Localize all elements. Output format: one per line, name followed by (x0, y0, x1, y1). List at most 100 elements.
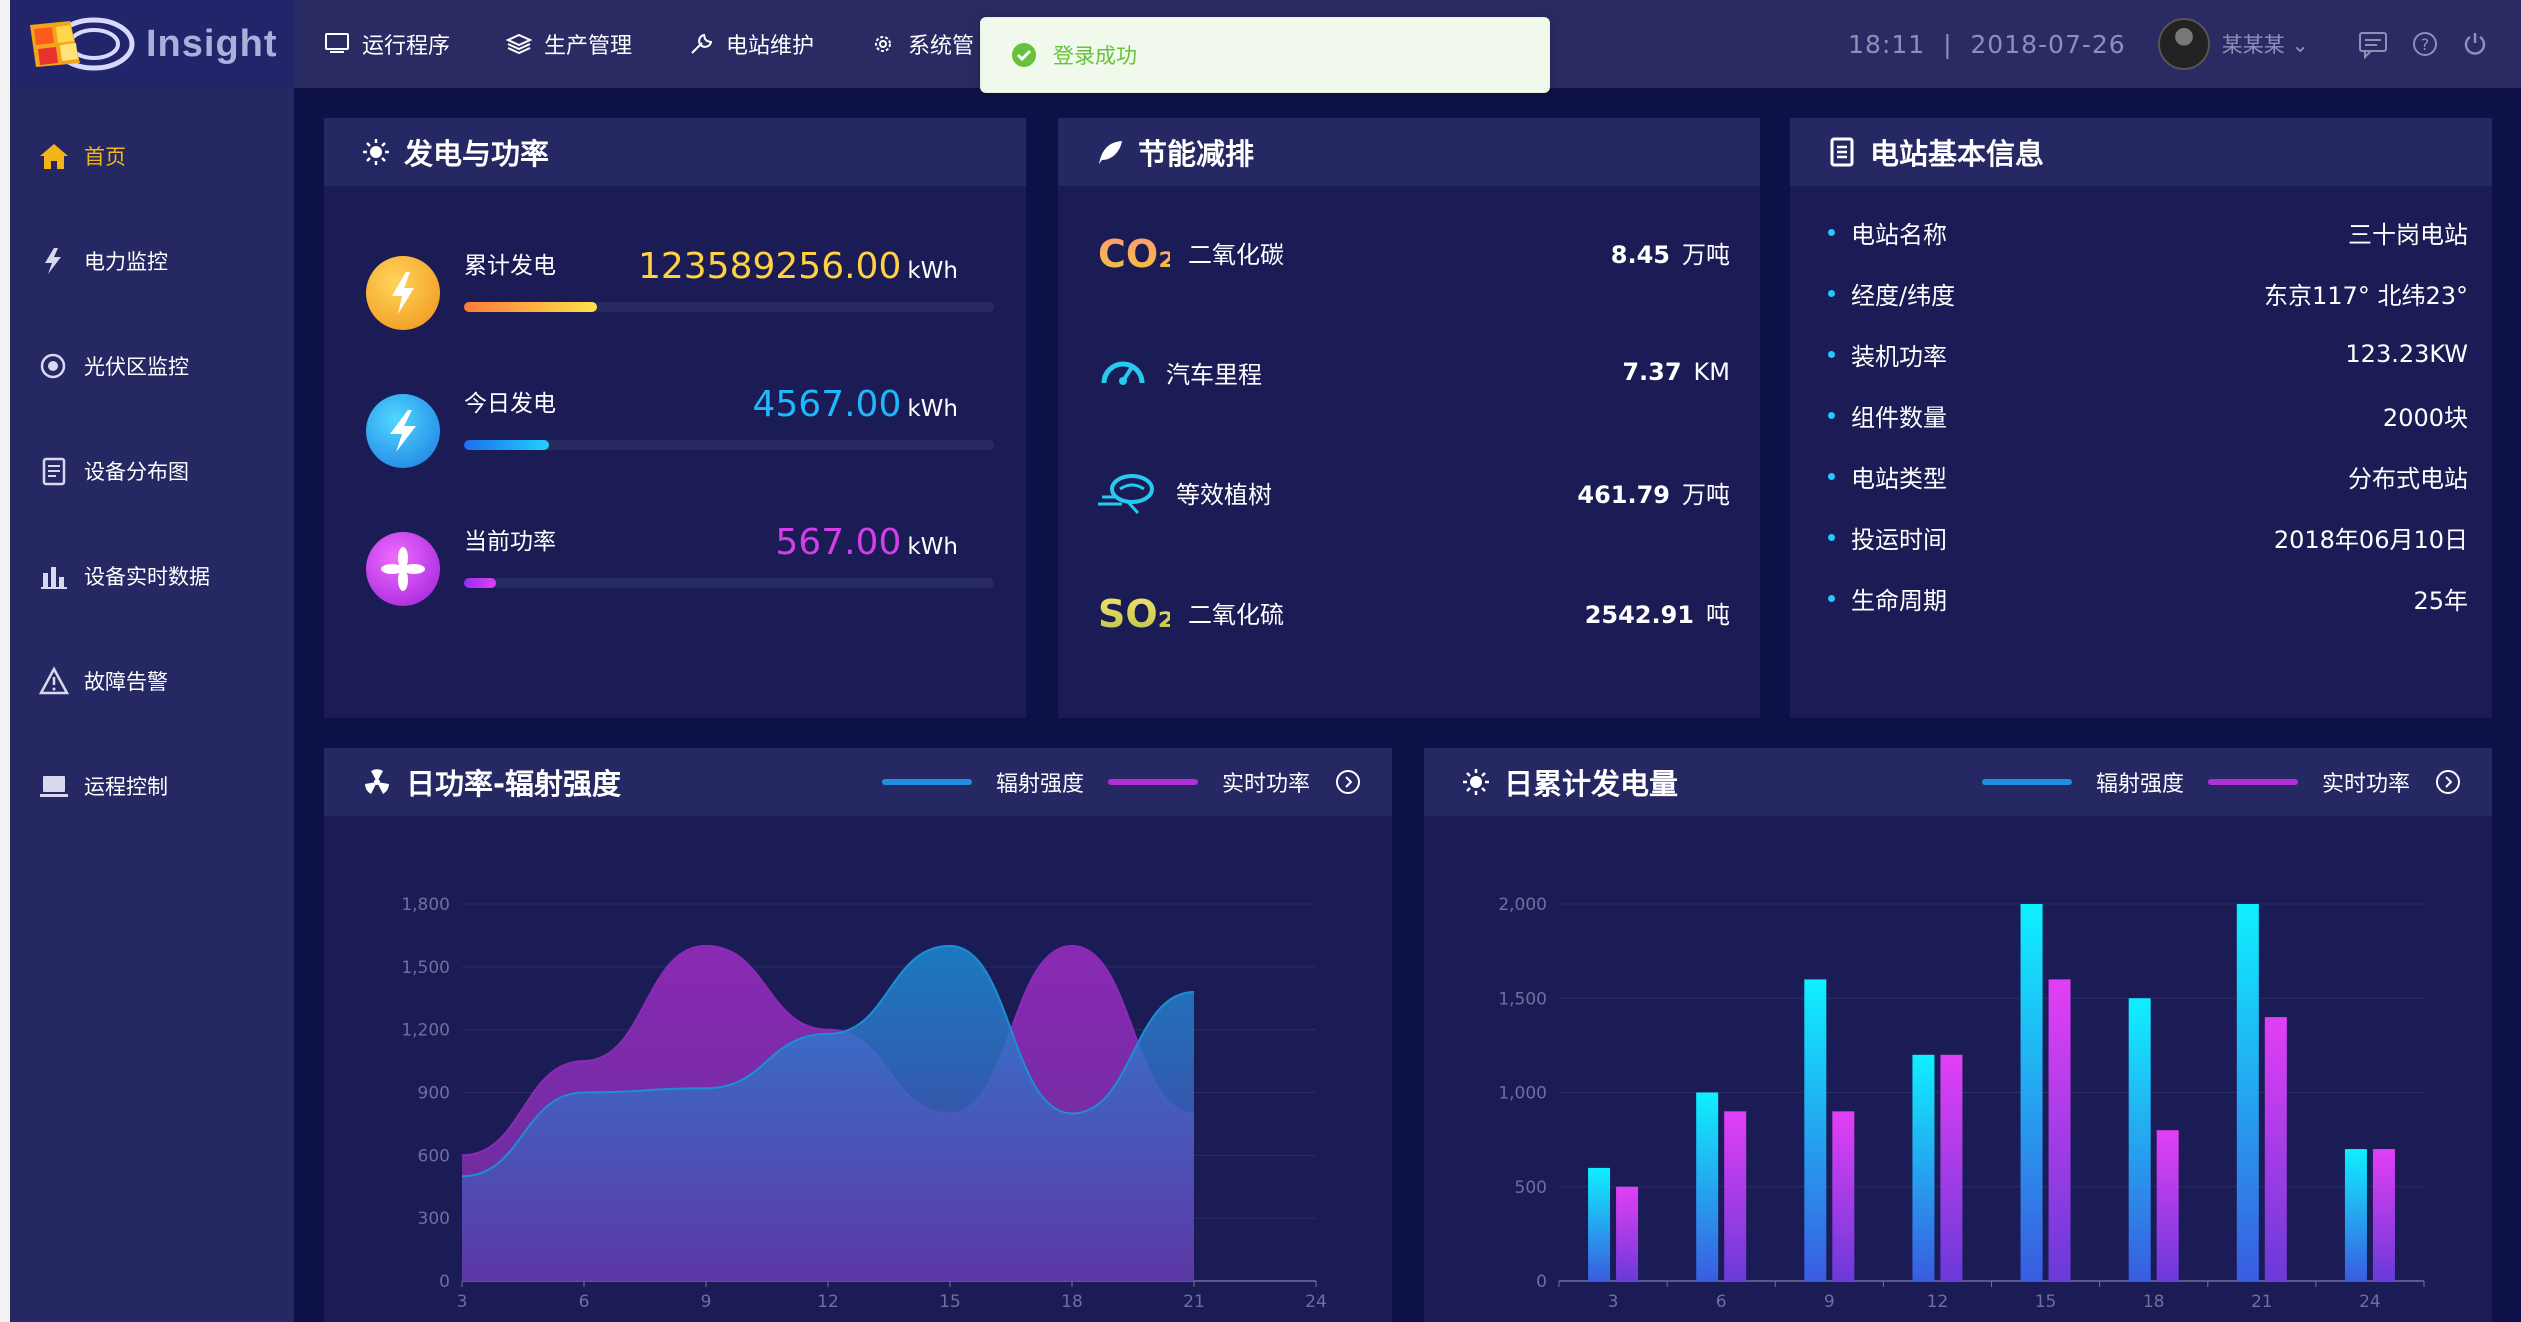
user-menu[interactable]: 某某某 ⌄ (2222, 29, 2309, 59)
info-label: 经度/纬度 (1851, 281, 1956, 310)
y-tick-label: 1,800 (401, 895, 450, 915)
panel-title: 发电与功率 (404, 137, 550, 171)
gear-icon (875, 36, 892, 52)
info-row: 经度/纬度 东京117° 北纬23° (1828, 273, 2468, 313)
bullet (1828, 228, 1835, 236)
bullet (1828, 594, 1835, 602)
y-tick-label: 300 (418, 1209, 450, 1229)
eco-unit: 吨 (1706, 600, 1730, 629)
eco-row-so2: SO₂ 二氧化硫 2542.91 吨 (1098, 582, 1730, 642)
legend-item[interactable]: 辐射强度 (2096, 766, 2184, 798)
eco-value: 8.45 万吨 (1611, 235, 1730, 270)
x-tick-label: 24 (1305, 1292, 1327, 1312)
time: 18:11 (1848, 29, 1926, 59)
station-info-panel: 电站基本信息 电站名称 三十岗电站 经度/纬度 东京117° 北纬23° 装机功率 1… (1790, 118, 2492, 718)
info-value: 三十岗电站 (2348, 220, 2468, 249)
info-row: 电站类型 分布式电站 (1828, 456, 2468, 496)
info-label: 组件数量 (1851, 403, 1947, 432)
bar (2128, 998, 2151, 1281)
bolt-icon (366, 394, 440, 468)
gen-row-today: 今日发电 4567.00 kWh (366, 384, 994, 468)
bullet (1828, 289, 1835, 297)
help-button[interactable]: ? (2411, 30, 2439, 58)
bar (2020, 904, 2043, 1281)
info-value: 123.23KW (2345, 340, 2468, 368)
speedometer-icon (1101, 361, 1145, 385)
chevron-right-circle-icon[interactable] (2434, 768, 2462, 796)
sidebar-item-power-monitor[interactable]: 电力监控 (38, 241, 168, 281)
gen-progress-track (464, 578, 994, 588)
svg-text:?: ? (2421, 35, 2430, 54)
gen-value-wrap: 123589256.00 kWh (638, 246, 958, 287)
check-circle-icon (1012, 43, 1036, 67)
bar (2236, 904, 2259, 1281)
date: 2018-07-26 (1970, 29, 2126, 59)
y-tick-label: 1,000 (1498, 1084, 1547, 1104)
sidebar-item-fault-alarm[interactable]: 故障告警 (38, 661, 168, 701)
topnav-production[interactable]: 生产管理 (506, 28, 632, 60)
eco-panel: 节能减排 CO₂ 二氧化碳 8.45 万吨 汽车里程 7.37 KM 等效植树 46… (1058, 118, 1760, 718)
x-tick-label: 12 (1927, 1292, 1949, 1312)
sidebar-item-label: 设备实时数据 (84, 565, 210, 589)
x-tick-label: 6 (579, 1292, 590, 1312)
eco-unit: 万吨 (1682, 240, 1730, 269)
sidebar-item-pv-monitor[interactable]: 光伏区监控 (38, 346, 189, 386)
logo[interactable]: Insight (10, 0, 294, 88)
y-tick-label: 600 (418, 1146, 450, 1166)
x-tick-label: 21 (1183, 1292, 1205, 1312)
top-nav: 运行程序 生产管理 电站维护 系统管 (324, 0, 1030, 88)
topnav-label: 生产管理 (544, 34, 633, 59)
gen-label: 当前功率 (464, 529, 556, 555)
bar (1724, 1111, 1747, 1281)
y-tick-label: 1,500 (1498, 989, 1547, 1009)
bar (1616, 1186, 1639, 1281)
power-button[interactable] (2461, 30, 2489, 58)
sidebar-item-remote-control[interactable]: 运程控制 (38, 766, 168, 806)
gen-progress-track (464, 440, 994, 450)
sidebar-item-realtime-data[interactable]: 设备实时数据 (38, 556, 210, 596)
topnav-label: 系统管 (908, 34, 975, 59)
avatar[interactable] (2157, 18, 2210, 70)
datetime: 18:11 | 2018-07-26 (1848, 29, 2126, 59)
legend-swatch (881, 779, 972, 785)
topnav-maintenance[interactable]: 电站维护 (688, 28, 814, 60)
message-button[interactable] (2357, 29, 2389, 59)
legend-item[interactable]: 实时功率 (2322, 766, 2410, 798)
legend-item[interactable]: 实时功率 (1222, 766, 1310, 798)
gen-progress-track (464, 302, 994, 312)
eco-unit: KM (1693, 358, 1730, 386)
gen-unit: kWh (907, 396, 958, 422)
home-icon (40, 144, 68, 169)
sidebar-item-label: 设备分布图 (84, 460, 189, 484)
info-row: 生命周期 25年 (1828, 578, 2468, 618)
panel-title: 电站基本信息 (1870, 137, 2045, 171)
power-panel: 发电与功率 累计发电 123589256.00 kWh 今日发电 4567.00 k… (324, 118, 1026, 718)
eco-row-mileage: 汽车里程 7.37 KM (1098, 342, 1730, 402)
topnav-label: 电站维护 (726, 34, 815, 59)
svg-text:SO₂: SO₂ (1098, 592, 1170, 636)
panel-header: 节能减排 (1058, 118, 1760, 186)
sidebar-item-home[interactable]: 首页 (38, 136, 126, 176)
sidebar-item-device-map[interactable]: 设备分布图 (38, 451, 189, 491)
panel-title: 节能减排 (1138, 137, 1255, 171)
gen-value-wrap: 567.00 kWh (775, 522, 958, 563)
info-row: 组件数量 2000块 (1828, 395, 2468, 435)
info-value: 分布式电站 (2348, 464, 2468, 493)
x-tick-label: 24 (2359, 1292, 2381, 1312)
gen-label: 今日发电 (464, 391, 556, 417)
topnav-system[interactable]: 系统管 (870, 28, 974, 60)
logo-icon (30, 17, 135, 71)
eco-row-co2: CO₂ 二氧化碳 8.45 万吨 (1098, 222, 1730, 282)
eco-number: 461.79 (1577, 480, 1670, 509)
gen-progress-fill (464, 440, 549, 450)
legend-item[interactable]: 辐射强度 (996, 766, 1084, 798)
bar (1832, 1111, 1855, 1281)
topnav-run-program[interactable]: 运行程序 (324, 28, 450, 60)
y-tick-label: 0 (1536, 1272, 1547, 1292)
y-tick-label: 1,500 (401, 958, 450, 978)
chevron-right-circle-icon[interactable] (1334, 768, 1362, 796)
header-right: 18:11 | 2018-07-26 某某某 ⌄ ? (1848, 0, 2521, 88)
topnav-label: 运行程序 (362, 34, 451, 59)
y-tick-label: 1,200 (401, 1021, 450, 1041)
bar (1696, 1092, 1719, 1281)
